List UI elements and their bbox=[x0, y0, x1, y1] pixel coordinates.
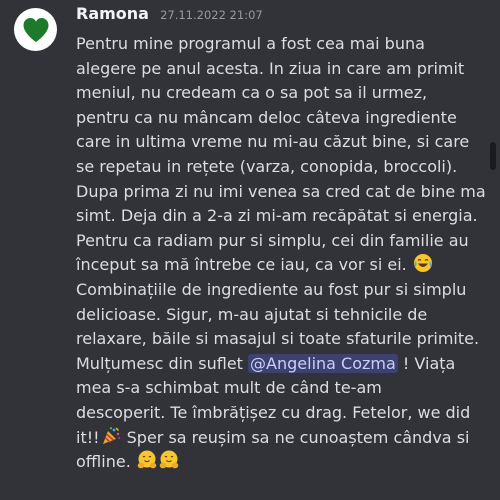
message-line-with-mention: Mulțumesc din suflet @Angelina Cozma ! V… bbox=[76, 352, 496, 377]
avatar[interactable] bbox=[14, 8, 57, 51]
user-mention[interactable]: @Angelina Cozma bbox=[248, 353, 398, 373]
message-text: ! Viața bbox=[402, 353, 456, 373]
message-line: se repetau in rețete (varza, conopida, b… bbox=[76, 156, 458, 176]
message-line-with-emoji: it!! Sper sa reușim sa ne cunoaștem când… bbox=[76, 426, 496, 451]
message-text: offline. bbox=[76, 452, 131, 472]
message-line: Pentru mine programul a fost cea mai bun… bbox=[76, 34, 425, 53]
chat-message: Ramona 27.11.2022 21:07 Pentru mine prog… bbox=[0, 0, 500, 500]
message-header: Ramona 27.11.2022 21:07 bbox=[76, 4, 263, 23]
author-name[interactable]: Ramona bbox=[76, 4, 149, 23]
message-line: Dupa prima zi nu imi venea sa cred cat d… bbox=[76, 181, 486, 201]
message-line: meniul, nu credeam ca o sa pot sa il urm… bbox=[76, 83, 428, 103]
message-line: descoperit. Te îmbrățișez cu drag. Fetel… bbox=[76, 402, 471, 422]
message-line: pentru ca nu mâncam deloc câteva ingredi… bbox=[76, 107, 457, 127]
message-line: care in ultima vreme nu mi-au căzut bine… bbox=[76, 132, 470, 152]
message-timestamp: 27.11.2022 21:07 bbox=[160, 8, 263, 22]
message-text: it!! bbox=[76, 427, 100, 447]
scrollbar-thumb[interactable] bbox=[490, 142, 496, 170]
message-content: Pentru mine programul a fost cea mai bun… bbox=[76, 32, 496, 475]
message-text: început sa mă întrebe ce iau, ca vor si … bbox=[76, 255, 407, 275]
message-line: mea s-a schimbat mult de când te-am bbox=[76, 378, 382, 398]
message-line: Pentru ca radiam pur si simplu, cei din … bbox=[76, 230, 469, 250]
message-line: Combinațiile de ingrediente au fost pur … bbox=[76, 279, 467, 299]
message-line: delicioase. Sigur, m-au ajutat si tehnic… bbox=[76, 304, 428, 324]
hugging-face-icon[interactable] bbox=[137, 450, 157, 470]
message-line-with-emoji: offline. bbox=[76, 450, 496, 475]
green-heart-icon bbox=[23, 17, 48, 42]
message-line: alegere pe anul acesta. In ziua in care … bbox=[76, 58, 465, 78]
hugging-face-icon[interactable] bbox=[159, 450, 179, 470]
message-text: Mulțumesc din suflet bbox=[76, 353, 243, 373]
message-line-with-emoji: început sa mă întrebe ce iau, ca vor si … bbox=[76, 253, 496, 278]
party-popper-icon[interactable] bbox=[101, 426, 121, 446]
message-text: Sper sa reușim sa ne cunoaștem cândva si bbox=[121, 427, 470, 447]
laughing-emoji-icon[interactable] bbox=[413, 253, 433, 273]
message-line: relaxare, băile si masajul si toate sfat… bbox=[76, 329, 480, 349]
message-line: simt. Deja din a 2-a zi mi-am recăpătat … bbox=[76, 206, 478, 226]
